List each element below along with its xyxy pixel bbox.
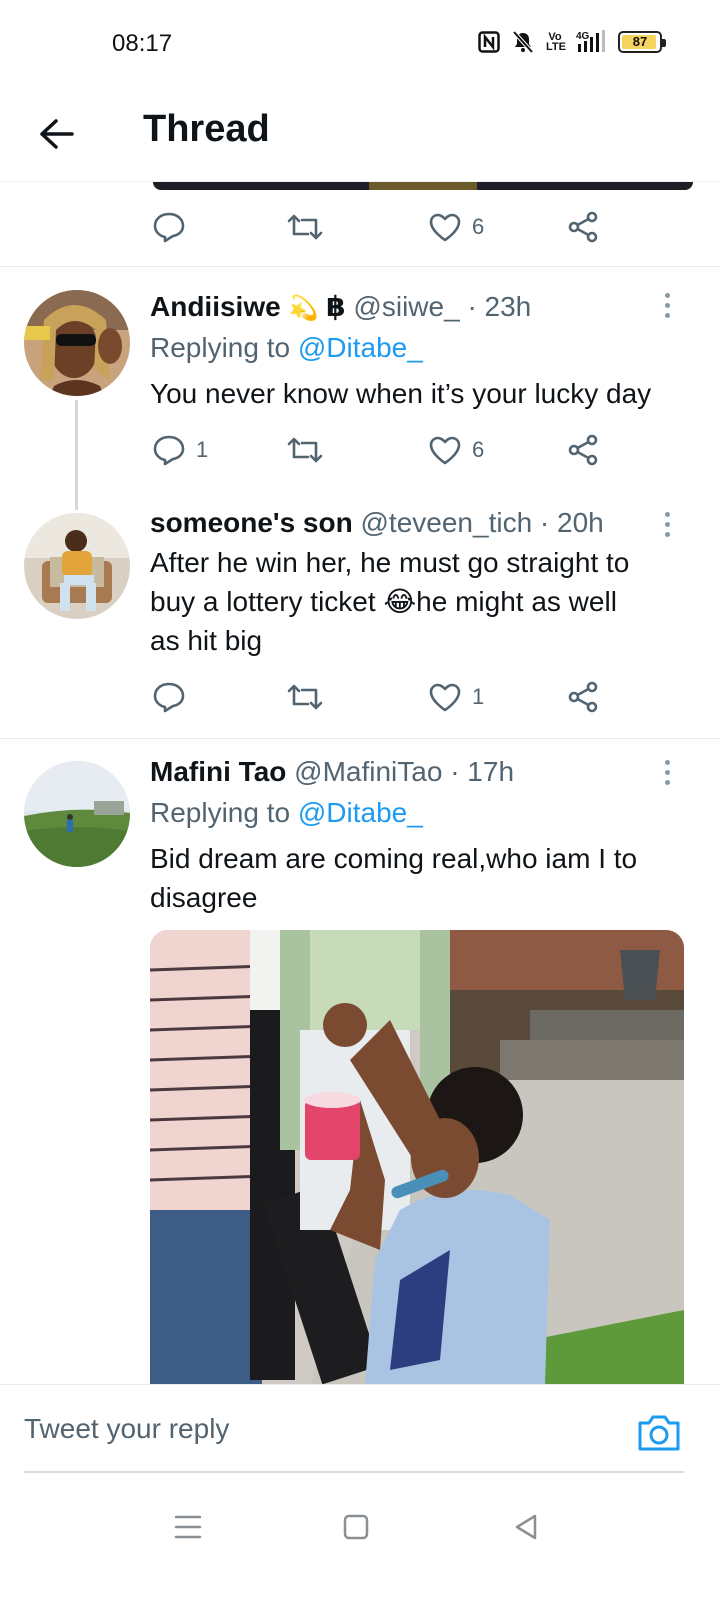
battery-level: 87 <box>632 34 648 49</box>
retweet-button[interactable] <box>286 675 324 719</box>
share-button[interactable] <box>566 205 600 249</box>
share-icon <box>568 681 598 713</box>
camera-icon <box>638 1415 680 1451</box>
retweet-button[interactable] <box>286 205 324 249</box>
display-name[interactable]: Andiisiwe <box>150 291 281 322</box>
reply-composer: Tweet your reply <box>0 1384 720 1484</box>
bell-muted-icon <box>512 30 534 54</box>
laughing-emoji: 😂 <box>383 586 417 617</box>
avatar[interactable] <box>24 513 130 619</box>
volte-icon: Vo LTE <box>546 31 566 53</box>
tweet-header: someone's son @teveen_tich · 20h <box>150 507 604 539</box>
app-header: Thread <box>0 90 720 182</box>
status-time: 08:17 <box>112 30 173 57</box>
tweet-text-line: After he win her, he must go straight to <box>150 547 630 578</box>
replying-to-handle[interactable]: @Ditabe_ <box>298 332 423 363</box>
like-button[interactable]: 1 <box>428 675 484 719</box>
display-name[interactable]: Mafini Tao <box>150 756 286 787</box>
back-button[interactable] <box>34 112 78 156</box>
tweet-actions: 6 <box>150 205 620 249</box>
tweet-time: · 20h <box>539 507 604 538</box>
user-handle[interactable]: @siiwe_ <box>353 291 459 322</box>
baht-badge: ฿ <box>326 291 346 322</box>
user-handle[interactable]: @teveen_tich <box>361 507 533 538</box>
tweet-text: You never know when it’s your lucky day <box>150 378 652 409</box>
tweet-text-segment: he might as well <box>416 586 617 617</box>
reply-count: 1 <box>196 437 209 462</box>
retweet-icon <box>287 684 323 710</box>
home-square-icon <box>343 1514 369 1540</box>
menu-icon <box>174 1515 202 1539</box>
heart-icon <box>429 436 461 465</box>
reply-button[interactable] <box>152 675 186 719</box>
home-button[interactable] <box>336 1510 376 1544</box>
svg-text:4G: 4G <box>576 31 590 42</box>
reply-input-underline <box>24 1471 684 1473</box>
like-count: 1 <box>472 684 485 709</box>
divider <box>0 738 720 739</box>
display-name[interactable]: someone's son <box>150 507 353 538</box>
retweet-icon <box>287 437 323 463</box>
reply-button[interactable]: 1 <box>152 428 208 472</box>
tweet-text: After he win her, he must go straight to… <box>150 543 690 660</box>
more-options-button[interactable] <box>660 760 674 785</box>
avatar[interactable] <box>24 290 130 396</box>
like-button[interactable]: 6 <box>428 428 484 472</box>
like-count: 6 <box>472 214 485 239</box>
tweet-text-line: disagree <box>150 882 258 913</box>
replying-prefix: Replying to <box>150 332 291 363</box>
heart-icon <box>429 213 461 242</box>
avatar[interactable] <box>24 761 130 867</box>
camera-button[interactable] <box>636 1411 682 1453</box>
replying-to: Replying to @Ditabe_ <box>150 332 423 364</box>
tweet-text-line: buy a lottery ticket 😂he might as well <box>150 582 690 621</box>
reply-button[interactable] <box>152 205 186 249</box>
share-icon <box>568 434 598 466</box>
system-nav-bar <box>0 1484 720 1600</box>
reply-input[interactable]: Tweet your reply <box>24 1399 624 1459</box>
arrow-left-icon <box>40 119 74 149</box>
divider <box>0 266 720 267</box>
replying-to: Replying to @Ditabe_ <box>150 797 423 829</box>
tweet-text-line: as hit big <box>150 625 263 656</box>
page-title: Thread <box>143 108 270 150</box>
tweet-header: Mafini Tao @MafiniTao · 17h <box>150 756 514 788</box>
tweet-actions: 1 6 <box>150 428 620 472</box>
nfc-icon <box>478 31 500 53</box>
tweet-text-segment: buy a lottery ticket <box>150 586 384 617</box>
like-button[interactable]: 6 <box>428 205 484 249</box>
more-options-button[interactable] <box>660 293 674 318</box>
retweet-button[interactable] <box>286 428 324 472</box>
share-button[interactable] <box>566 428 600 472</box>
reply-icon <box>153 212 185 243</box>
tweet-photo[interactable] <box>150 930 684 1385</box>
sparkle-emoji: 💫 <box>288 295 319 322</box>
previous-tweet-media[interactable] <box>153 182 693 190</box>
reply-icon <box>153 682 185 713</box>
tweet-header: Andiisiwe 💫 ฿ @siiwe_ · 23h <box>150 290 531 323</box>
user-handle[interactable]: @MafiniTao <box>294 756 442 787</box>
replying-prefix: Replying to <box>150 797 291 828</box>
thread-connector-line <box>75 400 78 510</box>
menu-button[interactable] <box>168 1510 208 1544</box>
share-icon <box>568 211 598 243</box>
like-count: 6 <box>472 437 485 462</box>
tweet-time: · 17h <box>450 756 515 787</box>
heart-icon <box>429 683 461 712</box>
signal-icon: 4G <box>576 30 606 54</box>
tweet-time: · 23h <box>467 291 532 322</box>
tweet-actions: 1 <box>150 675 620 719</box>
status-icons: Vo LTE 4G 87 <box>478 30 666 54</box>
replying-to-handle[interactable]: @Ditabe_ <box>298 797 423 828</box>
battery-icon: 87 <box>618 31 666 53</box>
status-bar: 08:17 Vo LTE 4G 87 <box>0 0 720 90</box>
share-button[interactable] <box>566 675 600 719</box>
reply-icon <box>153 435 185 466</box>
back-nav-button[interactable] <box>506 1510 546 1544</box>
tweet-text-line: Bid dream are coming real,who iam I to <box>150 843 638 874</box>
more-options-button[interactable] <box>660 512 674 537</box>
retweet-icon <box>287 214 323 240</box>
back-triangle-icon <box>515 1514 537 1540</box>
tweet-text: Bid dream are coming real,who iam I to d… <box>150 839 690 917</box>
